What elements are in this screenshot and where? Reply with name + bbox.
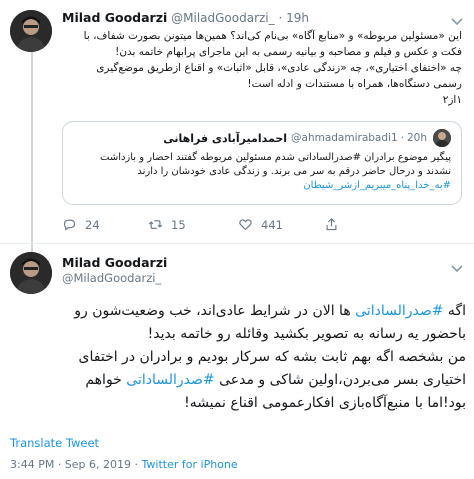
text-segment: ها الان در شرایط عادی‌اند، خب وضعیت‌شون … — [74, 303, 356, 319]
avatar[interactable] — [10, 252, 52, 294]
tweet-header: Milad Goodarzi @MiladGoodarzi_ · 19h — [62, 10, 309, 25]
hashtag-link[interactable]: #به_خدا_پناه_میبریم_ازشر_شیطان — [73, 179, 451, 193]
quoted-tweet[interactable]: احمدامیرآبادی فراهانی @ahmadamirabadi1 ·… — [62, 121, 462, 205]
tweet-text-line: باحضور یه رسانه به تصویر بکشید وقائله رو… — [147, 326, 466, 342]
tweet-source-link[interactable]: Twitter for iPhone — [142, 458, 238, 471]
author-handle[interactable]: @MiladGoodarzi_ — [62, 271, 161, 285]
quoted-author-name: احمدامیرآبادی فراهانی — [163, 131, 288, 145]
reply-count: 24 — [85, 217, 100, 232]
avatar[interactable] — [10, 10, 52, 52]
separator-dot: · — [278, 11, 283, 25]
tweet-text-line: من بشخصه اگه بهم ثابت بشه که سرکار بودیم… — [78, 349, 466, 365]
thread-line — [31, 52, 33, 252]
text-segment: اختیاری بسر می‌بردن،اولین شاکی و مدعی — [214, 372, 466, 388]
share-button[interactable] — [324, 217, 347, 232]
tweet-actions: 24 15 441 — [62, 217, 462, 237]
author-name[interactable]: Milad Goodarzi — [62, 10, 167, 25]
reply-icon — [63, 219, 76, 231]
text-segment: اگه — [443, 303, 466, 319]
quoted-tweet-text: پیگیر موضوع برادران #صدرالساداتی شدم مسئ… — [73, 151, 451, 193]
author-handle[interactable]: @MiladGoodarzi_ — [171, 11, 275, 25]
share-icon — [326, 218, 337, 231]
quoted-author-handle: @ahmadamirabadi1 — [291, 132, 398, 144]
tweet-text-line: اختیاری بسر می‌بردن،اولین شاکی و مدعی #ص… — [8, 369, 466, 392]
translate-tweet-link[interactable]: Translate Tweet — [10, 436, 99, 450]
chevron-down-icon[interactable] — [450, 259, 464, 273]
text-segment: خواهم — [85, 372, 127, 388]
separator-dot: · — [400, 132, 404, 144]
author-name[interactable]: Milad Goodarzi — [62, 255, 167, 270]
reply-button[interactable]: 24 — [62, 217, 100, 232]
quoted-text-line: پیگیر موضوع برادران #صدرالساداتی شدم مسئ… — [100, 152, 451, 163]
like-count: 441 — [261, 217, 283, 232]
heart-icon — [239, 219, 252, 231]
quoted-tweet-time: 20h — [406, 132, 427, 144]
parent-tweet[interactable]: Milad Goodarzi @MiladGoodarzi_ · 19h این… — [0, 0, 474, 252]
tweet-metadata: 3:44 PM · Sep 6, 2019 · Twitter for iPho… — [10, 458, 238, 471]
tweet-timestamp[interactable]: 3:44 PM · Sep 6, 2019 · — [10, 458, 142, 471]
tweet-text-line: چه «اختفای اختیاری»، چه «زندگی عادی»، قا… — [96, 62, 462, 74]
tweet-text-line: ۱از۲ — [442, 94, 462, 106]
quoted-tweet-header: احمدامیرآبادی فراهانی @ahmadamirabadi1 ·… — [163, 129, 451, 147]
hashtag-link[interactable]: #صدرالساداتی — [355, 303, 443, 319]
tweet-text: اگه #صدرالساداتی ها الان در شرایط عادی‌ا… — [8, 300, 466, 415]
divider — [0, 243, 474, 244]
tweet-text-line: اگه #صدرالساداتی ها الان در شرایط عادی‌ا… — [8, 300, 466, 323]
retweet-icon — [148, 220, 163, 229]
quoted-text-line: نشدند و درحال حاضر درقم به سر می برند. و… — [137, 166, 451, 177]
tweet-text-line: این «مسئولین مربوطه» و «منابع آگاه» بی‌ن… — [83, 30, 462, 42]
tweet-text-line: بود!اما با منبع‌آگاه‌بازی افکارعمومی اقن… — [184, 395, 466, 411]
tweet-time[interactable]: 19h — [286, 11, 309, 25]
quoted-avatar — [433, 129, 451, 147]
tweet-text: این «مسئولین مربوطه» و «منابع آگاه» بی‌ن… — [62, 28, 462, 108]
like-button[interactable]: 441 — [238, 217, 283, 232]
retweet-button[interactable]: 15 — [148, 217, 186, 232]
retweet-count: 15 — [171, 217, 186, 232]
chevron-down-icon[interactable] — [450, 12, 464, 26]
tweet-text-line: رسمی دستگاه‌ها، همراه با مستندات و ادله … — [247, 78, 462, 90]
tweet-text-line: فکت و عکس و فیلم و مصاحبه و بیانیه رسمی … — [115, 46, 462, 58]
hashtag-link[interactable]: #صدرالساداتی — [126, 372, 214, 388]
